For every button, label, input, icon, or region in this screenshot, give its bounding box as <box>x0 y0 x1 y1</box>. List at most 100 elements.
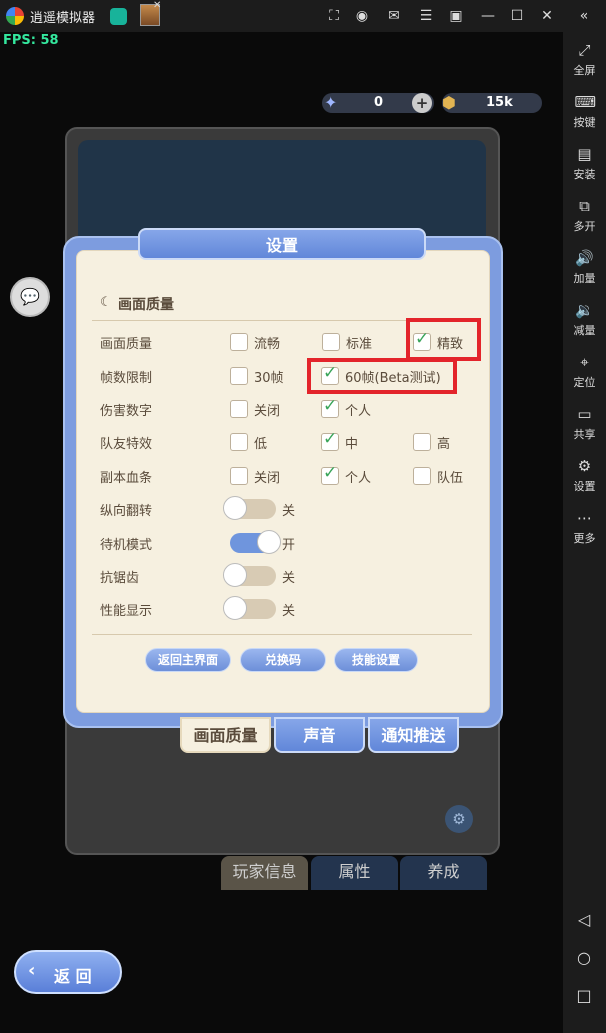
fps-30-label: 30帧 <box>254 371 284 386</box>
sidebar-item-fullscreen[interactable]: ⤢ 全屏 <box>563 36 606 86</box>
sidebar-item-install[interactable]: ▤ 安装 <box>563 140 606 190</box>
dungeon-off-checkbox[interactable] <box>230 467 248 485</box>
tab-sound[interactable]: 声音 <box>274 717 365 753</box>
teammate-high-checkbox[interactable] <box>413 433 431 451</box>
location-icon: ⌖ <box>580 353 589 371</box>
damage-personal-label: 个人 <box>345 404 372 419</box>
minimize-icon[interactable]: — <box>478 6 498 26</box>
sidebar-item-share[interactable]: ▭ 共享 <box>563 400 606 450</box>
app-tab-icon[interactable] <box>110 8 127 25</box>
quality-standard-checkbox[interactable] <box>322 333 340 351</box>
app-logo-icon <box>6 7 24 25</box>
apk-icon: ▤ <box>577 145 592 163</box>
tab-growth[interactable]: 养成 <box>400 856 487 890</box>
perf-toggle[interactable] <box>223 596 276 620</box>
multi-instance-icon: ⧉ <box>579 197 590 215</box>
highlight-box-quality <box>406 318 481 361</box>
mail-icon[interactable]: ✉ <box>384 6 404 26</box>
toggle-knob <box>223 563 247 587</box>
sidebar-item-location[interactable]: ⌖ 定位 <box>563 348 606 398</box>
sidebar-item-volume-down[interactable]: 🔉 减量 <box>563 296 606 346</box>
toggle-knob <box>257 530 281 554</box>
damage-personal-checkbox[interactable]: ✓ <box>321 396 339 418</box>
recent-nav-icon[interactable]: □ <box>574 986 594 1006</box>
quality-smooth-checkbox[interactable] <box>230 333 248 351</box>
flip-label: 纵向翻转 <box>100 504 153 519</box>
damage-label: 伤害数字 <box>100 404 153 419</box>
sidebar-item-multi[interactable]: ⧉ 多开 <box>563 192 606 242</box>
checkmark-icon: ✓ <box>323 429 338 449</box>
dungeon-personal-label: 个人 <box>345 471 372 486</box>
title-bar: 逍遥模拟器 ✕ ⛶ ◉ ✉ ☰ ▣ — ☐ ✕ « <box>0 0 606 32</box>
collapse-sidebar-icon[interactable]: « <box>574 6 594 26</box>
dialog-title: 设置 <box>265 236 298 255</box>
sidebar-item-keyboard[interactable]: ⌨ 按键 <box>563 88 606 138</box>
fps-30-checkbox[interactable] <box>230 367 248 385</box>
gem-counter: ✦ 0 + <box>322 93 434 113</box>
app-title: 逍遥模拟器 <box>30 11 96 26</box>
close-icon[interactable]: ✕ <box>537 6 557 26</box>
checkmark-icon: ✓ <box>323 463 338 483</box>
tab-graphics[interactable]: 画面质量 <box>180 717 271 753</box>
standby-state: 开 <box>282 538 296 553</box>
standby-toggle[interactable] <box>230 530 281 554</box>
teammate-mid-checkbox[interactable]: ✓ <box>321 429 339 451</box>
dungeon-team-checkbox[interactable] <box>413 467 431 485</box>
add-gem-icon[interactable]: + <box>412 93 432 113</box>
teammate-high-label: 高 <box>437 437 451 452</box>
damage-off-label: 关闭 <box>254 404 281 419</box>
return-button[interactable]: ‹ 返 回 <box>14 950 122 994</box>
teammate-low-checkbox[interactable] <box>230 433 248 451</box>
highlight-box-fps <box>307 358 457 394</box>
damage-off-checkbox[interactable] <box>230 400 248 418</box>
close-tab-icon[interactable]: ✕ <box>153 0 161 11</box>
fps-limit-label: 帧数限制 <box>100 371 153 386</box>
bottom-divider <box>92 634 472 635</box>
tab-player-info[interactable]: 玩家信息 <box>221 856 308 890</box>
sidebar-item-more[interactable]: ⋯ 更多 <box>563 504 606 554</box>
section-title: 画面质量 <box>118 297 174 313</box>
flip-toggle[interactable] <box>223 496 276 520</box>
gear-icon: ⚙ <box>577 457 592 475</box>
tab-attributes[interactable]: 属性 <box>311 856 398 890</box>
more-icon: ⋯ <box>577 509 592 527</box>
back-arrow-icon: ‹ <box>28 960 36 981</box>
screenshot-icon[interactable]: ⛶ <box>324 6 344 26</box>
fullscreen-icon: ⤢ <box>578 41 591 59</box>
fps-counter: FPS: 58 <box>3 33 59 48</box>
menu-icon[interactable]: ☰ <box>416 6 436 26</box>
moon-icon: ☾ <box>100 295 112 310</box>
volume-down-icon: 🔉 <box>575 301 594 319</box>
gear-icon[interactable]: ⚙ <box>445 805 473 833</box>
perf-state: 关 <box>282 604 296 619</box>
quality-standard-label: 标准 <box>346 337 373 352</box>
toggle-knob <box>223 596 247 620</box>
home-nav-icon[interactable]: ○ <box>574 948 594 968</box>
quality-label: 画面质量 <box>100 337 153 352</box>
sidebar-item-volume-up[interactable]: 🔊 加量 <box>563 244 606 294</box>
window-icon[interactable]: ▣ <box>446 6 466 26</box>
perf-label: 性能显示 <box>100 604 153 619</box>
antialias-label: 抗锯齿 <box>100 571 140 586</box>
coin-icon: ⬢ <box>442 93 456 112</box>
star-gem-icon: ✦ <box>324 93 338 112</box>
tab-notifications[interactable]: 通知推送 <box>368 717 459 753</box>
flip-state: 关 <box>282 504 296 519</box>
dungeon-off-label: 关闭 <box>254 471 281 486</box>
chat-icon[interactable]: 💬 <box>10 277 50 317</box>
standby-label: 待机模式 <box>100 538 153 553</box>
skill-settings-button[interactable]: 技能设置 <box>334 648 418 672</box>
folder-icon: ▭ <box>577 405 592 423</box>
maximize-icon[interactable]: ☐ <box>507 6 527 26</box>
coin-counter: ⬢ 15k <box>442 93 542 113</box>
antialias-toggle[interactable] <box>223 563 276 587</box>
dungeon-personal-checkbox[interactable]: ✓ <box>321 463 339 485</box>
redeem-code-button[interactable]: 兑换码 <box>240 648 326 672</box>
keyboard-icon: ⌨ <box>574 93 597 111</box>
main-menu-button[interactable]: 返回主界面 <box>145 648 231 672</box>
sidebar-item-settings[interactable]: ⚙ 设置 <box>563 452 606 502</box>
user-icon[interactable]: ◉ <box>352 6 372 26</box>
back-nav-icon[interactable]: ◁ <box>574 910 594 930</box>
checkmark-icon: ✓ <box>323 396 338 416</box>
emulator-sidebar: ⤢ 全屏 ⌨ 按键 ▤ 安装 ⧉ 多开 🔊 加量 🔉 减量 ⌖ 定位 ▭ 共享 … <box>563 32 606 1033</box>
